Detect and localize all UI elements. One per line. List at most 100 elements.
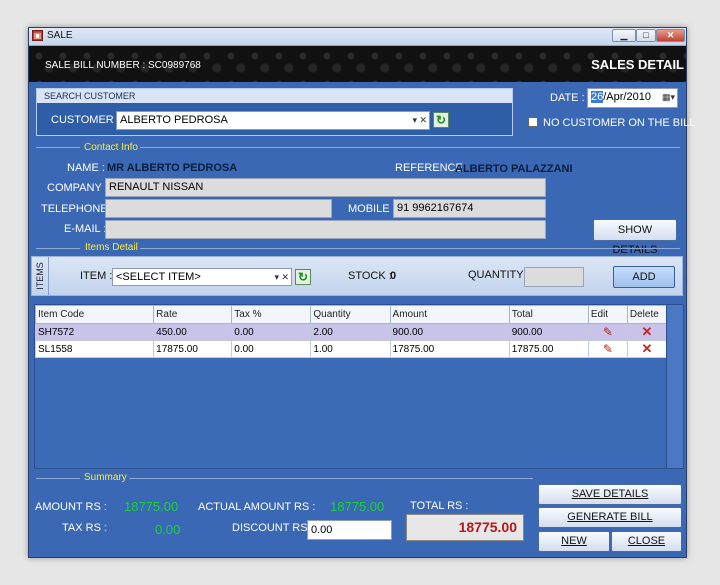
quantity-label: QUANTITY : — [468, 269, 530, 281]
items-table: Item Code Rate Tax % Quantity Amount Tot… — [34, 305, 668, 358]
email-field[interactable] — [105, 220, 546, 239]
cell-amount[interactable]: 17875.00 — [389, 340, 510, 358]
contact-rule-right — [140, 147, 680, 148]
title-bar: ▣ SALE ▁ □ ✕ — [29, 28, 686, 46]
total-label: TOTAL RS : — [410, 500, 469, 512]
customer-combo[interactable]: ALBERTO PEDROSA ▾ ✕ — [116, 111, 430, 130]
item-refresh-icon[interactable]: ↻ — [295, 269, 311, 285]
save-details-button[interactable]: SAVE DETAILS — [538, 484, 682, 505]
table-row[interactable]: SH7572 450.00 0.00 2.00 900.00 900.00 ✎ … — [34, 323, 668, 341]
calendar-icon[interactable]: ▦▾ — [662, 89, 675, 106]
items-tab-label: ITEMS — [34, 262, 45, 290]
company-field[interactable]: RENAULT NISSAN — [105, 178, 546, 197]
cell-tax[interactable]: 0.00 — [231, 340, 312, 358]
new-button[interactable]: NEW — [538, 531, 610, 552]
telephone-field[interactable] — [105, 199, 332, 218]
cell-edit[interactable]: ✎ — [587, 340, 628, 358]
cell-rate[interactable]: 450.00 — [153, 323, 233, 341]
customer-label: CUSTOMER : — [51, 114, 120, 126]
cell-quantity[interactable]: 2.00 — [310, 323, 391, 341]
amount-value: 18775.00 — [124, 499, 179, 514]
maximize-button[interactable]: □ — [636, 29, 656, 42]
discount-label: DISCOUNT RS : — [232, 522, 314, 534]
company-label: COMPANY : — [47, 182, 108, 194]
col-item-code[interactable]: Item Code — [34, 305, 155, 324]
col-tax[interactable]: Tax % — [231, 305, 312, 324]
summary-rule-right — [129, 478, 533, 479]
show-details-button[interactable]: SHOW DETAILS — [593, 219, 677, 256]
cell-tax[interactable]: 0.00 — [231, 323, 312, 341]
item-label: ITEM : — [80, 270, 113, 282]
cell-item-code[interactable]: SL1558 — [34, 340, 155, 358]
search-customer-panel: SEARCH CUSTOMER CUSTOMER : ALBERTO PEDRO… — [36, 88, 513, 136]
date-picker[interactable]: 26/Apr/2010 ▦▾ — [587, 88, 678, 108]
items-tab[interactable]: ITEMS — [32, 257, 49, 295]
delete-x-icon[interactable]: ✕ — [641, 324, 652, 339]
reference-label: REFERENCE — [395, 162, 463, 174]
summary-section-title: Summary — [84, 472, 127, 483]
discount-field[interactable]: 0.00 — [307, 520, 392, 540]
edit-pencil-icon[interactable]: ✎ — [603, 325, 613, 339]
items-rule-left — [36, 248, 80, 249]
edit-pencil-icon[interactable]: ✎ — [603, 342, 613, 356]
date-day-selected[interactable]: 26 — [591, 91, 604, 103]
grid-header-row: Item Code Rate Tax % Quantity Amount Tot… — [34, 305, 668, 324]
contact-section-title: Contact Info — [84, 142, 138, 153]
col-total[interactable]: Total — [508, 305, 589, 324]
add-item-button[interactable]: ADD — [613, 266, 675, 288]
header-band: SALE BILL NUMBER : SC0989768 SALES DETAI… — [29, 46, 686, 82]
email-label: E-MAIL : — [64, 223, 107, 235]
bill-number-row: SALE BILL NUMBER : SC0989768 — [45, 60, 201, 71]
cell-edit[interactable]: ✎ — [587, 323, 628, 341]
actual-amount-label: ACTUAL AMOUNT RS : — [198, 501, 316, 513]
date-rest: /Apr/2010 — [603, 91, 651, 103]
total-value: 18775.00 — [406, 514, 524, 541]
app-icon: ▣ — [32, 30, 43, 41]
customer-dropdown-clear-icon[interactable]: ▾ ✕ — [412, 112, 427, 129]
col-edit[interactable]: Edit — [587, 305, 628, 324]
window-title: SALE — [47, 30, 73, 41]
item-dropdown-clear-icon[interactable]: ▾ ✕ — [274, 269, 289, 285]
cell-delete[interactable]: ✕ — [626, 323, 668, 341]
close-button[interactable]: CLOSE — [611, 531, 682, 552]
quantity-field[interactable] — [524, 267, 584, 287]
delete-x-icon[interactable]: ✕ — [641, 341, 652, 356]
cell-rate[interactable]: 17875.00 — [153, 340, 233, 358]
actual-amount-value: 18775.00 — [330, 499, 385, 514]
items-section-title: Items Detail — [85, 242, 138, 253]
summary-rule-left — [36, 478, 80, 479]
amount-label: AMOUNT RS : — [35, 501, 107, 513]
no-customer-checkbox[interactable] — [528, 117, 538, 127]
reference-value: ALBERTO PALAZZANI — [455, 163, 573, 175]
cell-amount[interactable]: 900.00 — [389, 323, 510, 341]
items-bar: ITEMS ITEM : <SELECT ITEM> ▾ ✕ ↻ STOCK :… — [31, 256, 683, 296]
bill-number-value: SC0989768 — [148, 60, 201, 71]
stock-value: 0 — [390, 270, 397, 282]
telephone-label: TELEPHONE : — [41, 203, 114, 215]
cell-total[interactable]: 17875.00 — [508, 340, 589, 358]
name-label: NAME : — [67, 162, 105, 174]
items-grid: Item Code Rate Tax % Quantity Amount Tot… — [34, 304, 684, 469]
items-rule-right — [140, 248, 680, 249]
bill-number-label: SALE BILL NUMBER : — [45, 60, 146, 71]
cell-total[interactable]: 900.00 — [508, 323, 589, 341]
close-window-button[interactable]: ✕ — [656, 29, 685, 42]
cell-item-code[interactable]: SH7572 — [34, 323, 155, 341]
table-row[interactable]: SL1558 17875.00 0.00 1.00 17875.00 17875… — [34, 340, 668, 358]
item-combo[interactable]: <SELECT ITEM> ▾ ✕ — [112, 268, 292, 286]
cell-quantity[interactable]: 1.00 — [310, 340, 391, 358]
mobile-label: MOBILE : — [348, 203, 396, 215]
minimize-button[interactable]: ▁ — [612, 29, 636, 42]
col-rate[interactable]: Rate — [153, 305, 233, 324]
grid-scrollbar[interactable] — [666, 305, 683, 468]
mobile-field[interactable]: 91 9962167674 — [393, 199, 546, 218]
generate-bill-button[interactable]: GENERATE BILL — [538, 507, 682, 528]
col-quantity[interactable]: Quantity — [310, 305, 391, 324]
customer-refresh-icon[interactable]: ↻ — [433, 112, 449, 128]
cell-delete[interactable]: ✕ — [626, 340, 668, 358]
no-customer-label: NO CUSTOMER ON THE BILL — [543, 117, 696, 129]
tax-value: 0.00 — [155, 522, 181, 537]
customer-value: ALBERTO PEDROSA — [120, 114, 228, 126]
col-delete[interactable]: Delete — [626, 305, 668, 324]
col-amount[interactable]: Amount — [389, 305, 510, 324]
